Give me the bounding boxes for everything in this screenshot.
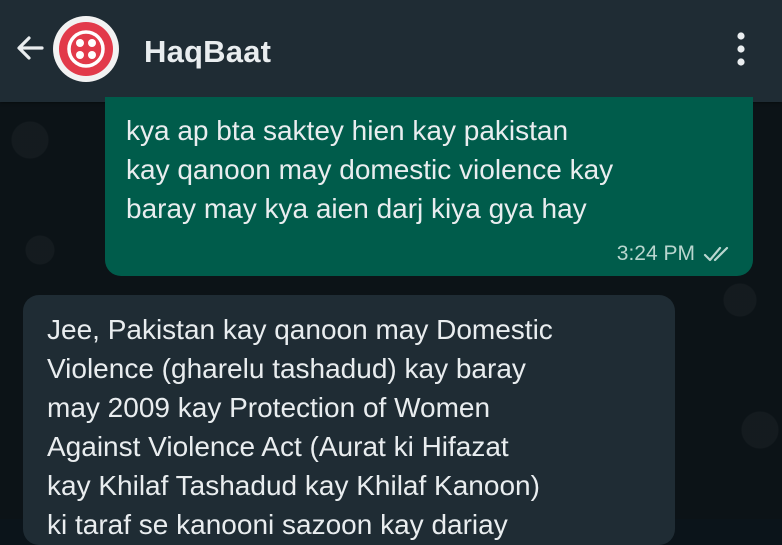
chat-header: HaqBaat [0, 0, 782, 102]
incoming-message-bubble[interactable]: Jee, Pakistan kay qanoon may Domestic Vi… [23, 295, 675, 545]
message-time: 3:24 PM [616, 242, 695, 265]
message-text: kya ap bta saktey hien kay pakistan kay … [126, 115, 614, 224]
message-text: Jee, Pakistan kay qanoon may Domestic Vi… [47, 314, 553, 540]
message-meta: 3:24 PM [617, 242, 735, 266]
double-check-icon [703, 246, 729, 262]
more-vertical-icon[interactable] [728, 30, 754, 70]
arrow-left-icon[interactable] [12, 30, 48, 66]
outgoing-message-bubble[interactable]: kya ap bta saktey hien kay pakistan kay … [105, 97, 753, 276]
avatar[interactable] [53, 16, 119, 82]
chat-title[interactable]: HaqBaat [144, 34, 271, 70]
twilio-logo-icon [59, 22, 113, 76]
